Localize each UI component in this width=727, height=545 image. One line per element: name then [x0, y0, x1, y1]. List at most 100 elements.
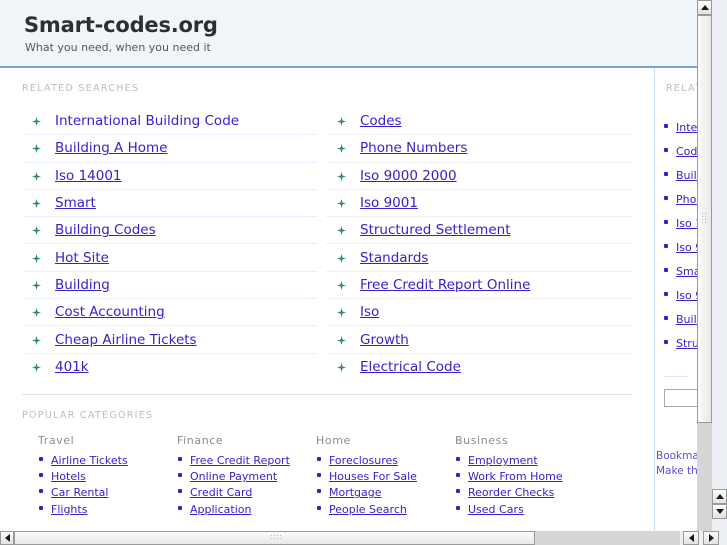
related-search-item[interactable]: Cheap Airline Tickets: [22, 326, 317, 354]
category-link[interactable]: Mortgage: [329, 486, 382, 499]
category-list-item[interactable]: Car Rental: [38, 483, 177, 499]
category-list-item[interactable]: Reorder Checks: [455, 483, 594, 499]
related-search-link[interactable]: Cheap Airline Tickets: [55, 332, 197, 348]
related-search-link[interactable]: Free Credit Report Online: [360, 277, 530, 293]
related-search-link[interactable]: Codes: [360, 113, 402, 129]
footer-link[interactable]: Make this my homepage: [656, 464, 697, 479]
related-search-item[interactable]: Electrical Code: [327, 354, 632, 381]
category-link[interactable]: Car Rental: [51, 486, 108, 499]
related-search-item[interactable]: Building: [22, 272, 317, 300]
sidebar-list-item[interactable]: Structured Settlement: [656, 330, 697, 354]
related-search-link[interactable]: Building Codes: [55, 222, 156, 238]
related-search-link[interactable]: Smart: [55, 195, 96, 211]
search-input[interactable]: [664, 389, 697, 407]
related-search-link[interactable]: Iso: [360, 304, 379, 320]
related-search-item[interactable]: Iso 14001: [22, 163, 317, 190]
related-search-item[interactable]: Free Credit Report Online: [327, 272, 632, 300]
related-search-item[interactable]: Codes: [327, 108, 632, 136]
related-search-link[interactable]: Iso 9001: [360, 195, 418, 211]
sidebar-link[interactable]: Building Codes: [676, 313, 697, 326]
sidebar-link[interactable]: Iso 14001: [676, 217, 697, 230]
related-search-item[interactable]: Structured Settlement: [327, 217, 632, 245]
category-link[interactable]: Hotels: [51, 470, 86, 483]
category-list-item[interactable]: Houses For Sale: [316, 467, 455, 483]
category-list-item[interactable]: Employment: [455, 451, 594, 467]
sidebar-link[interactable]: Smart: [676, 265, 697, 278]
category-link[interactable]: Used Cars: [468, 503, 524, 516]
category-list-item[interactable]: Mortgage: [316, 483, 455, 499]
category-list-item[interactable]: People Search: [316, 500, 455, 516]
outer-scroll-left-button[interactable]: [683, 531, 699, 545]
category-list-item[interactable]: Hotels: [38, 467, 177, 483]
related-search-link[interactable]: Growth: [360, 332, 409, 348]
related-search-link[interactable]: Phone Numbers: [360, 140, 467, 156]
related-search-item[interactable]: Cost Accounting: [22, 299, 317, 327]
outer-vertical-scrollbar-track[interactable]: [712, 0, 727, 531]
category-link[interactable]: Online Payment: [190, 470, 277, 483]
category-link[interactable]: People Search: [329, 503, 407, 516]
footer-link[interactable]: Bookmark this page: [656, 449, 697, 464]
sidebar-list-item[interactable]: Iso 9001: [656, 282, 697, 306]
related-search-item[interactable]: Building A Home: [22, 135, 317, 163]
related-search-item[interactable]: International Building Code: [22, 108, 317, 136]
inner-scroll-left-button[interactable]: [0, 531, 14, 545]
related-search-item[interactable]: Iso: [327, 299, 632, 327]
category-list-item[interactable]: Application: [177, 500, 316, 516]
related-search-item[interactable]: Growth: [327, 326, 632, 354]
category-list-item[interactable]: Used Cars: [455, 500, 594, 516]
sidebar-list-item[interactable]: Iso 14001: [656, 210, 697, 234]
category-link[interactable]: Airline Tickets: [51, 454, 128, 467]
sidebar-list-item[interactable]: International Building Code: [656, 114, 697, 138]
sidebar-link[interactable]: Phone Numbers: [676, 193, 697, 206]
related-search-item[interactable]: Phone Numbers: [327, 135, 632, 163]
related-search-link[interactable]: Cost Accounting: [55, 304, 165, 320]
related-search-item[interactable]: Iso 9000 2000: [327, 163, 632, 190]
related-search-link[interactable]: International Building Code: [55, 113, 239, 129]
sidebar-link[interactable]: Codes: [676, 145, 697, 158]
category-link[interactable]: Houses For Sale: [329, 470, 417, 483]
category-list-item[interactable]: Foreclosures: [316, 451, 455, 467]
related-search-link[interactable]: Iso 14001: [55, 168, 122, 184]
category-link[interactable]: Employment: [468, 454, 538, 467]
related-search-item[interactable]: Hot Site: [22, 244, 317, 272]
category-list-item[interactable]: Work From Home: [455, 467, 594, 483]
category-link[interactable]: Application: [190, 503, 251, 516]
related-search-link[interactable]: Standards: [360, 250, 428, 266]
sidebar-link[interactable]: Building A Home: [676, 169, 697, 182]
related-search-link[interactable]: Building: [55, 277, 110, 293]
category-link[interactable]: Credit Card: [190, 486, 252, 499]
sidebar-list-item[interactable]: Smart: [656, 258, 697, 282]
related-search-item[interactable]: Building Codes: [22, 217, 317, 245]
related-search-link[interactable]: Building A Home: [55, 140, 167, 156]
sidebar-link[interactable]: Structured Settlement: [676, 337, 697, 350]
related-search-link[interactable]: Electrical Code: [360, 359, 461, 375]
related-search-item[interactable]: Iso 9001: [327, 190, 632, 218]
outer-scroll-up-button[interactable]: [712, 489, 727, 504]
sidebar-list-item[interactable]: Building A Home: [656, 162, 697, 186]
sidebar-list-item[interactable]: Iso 9000 2000: [656, 234, 697, 258]
category-list-item[interactable]: Free Credit Report: [177, 451, 316, 467]
sidebar-link[interactable]: International Building Code: [676, 121, 697, 134]
sidebar-link[interactable]: Iso 9000 2000: [676, 241, 697, 254]
category-list-item[interactable]: Online Payment: [177, 467, 316, 483]
sidebar-link[interactable]: Iso 9001: [676, 289, 697, 302]
related-search-item[interactable]: Smart: [22, 190, 317, 218]
related-search-item[interactable]: 401k: [22, 354, 317, 381]
related-search-link[interactable]: Hot Site: [55, 250, 109, 266]
inner-scroll-up-button[interactable]: [697, 0, 712, 15]
outer-scroll-down-button[interactable]: [712, 504, 727, 519]
category-link[interactable]: Foreclosures: [329, 454, 398, 467]
category-list-item[interactable]: Airline Tickets: [38, 451, 177, 467]
sidebar-list-item[interactable]: Phone Numbers: [656, 186, 697, 210]
related-search-link[interactable]: Iso 9000 2000: [360, 168, 457, 184]
category-link[interactable]: Free Credit Report: [190, 454, 290, 467]
sidebar-list-item[interactable]: Codes: [656, 138, 697, 162]
related-search-item[interactable]: Standards: [327, 244, 632, 272]
category-link[interactable]: Flights: [51, 503, 87, 516]
category-link[interactable]: Reorder Checks: [468, 486, 554, 499]
outer-scroll-right-button[interactable]: [703, 531, 719, 545]
category-list-item[interactable]: Flights: [38, 500, 177, 516]
category-list-item[interactable]: Credit Card: [177, 483, 316, 499]
related-search-link[interactable]: 401k: [55, 359, 89, 375]
related-search-link[interactable]: Structured Settlement: [360, 222, 510, 238]
